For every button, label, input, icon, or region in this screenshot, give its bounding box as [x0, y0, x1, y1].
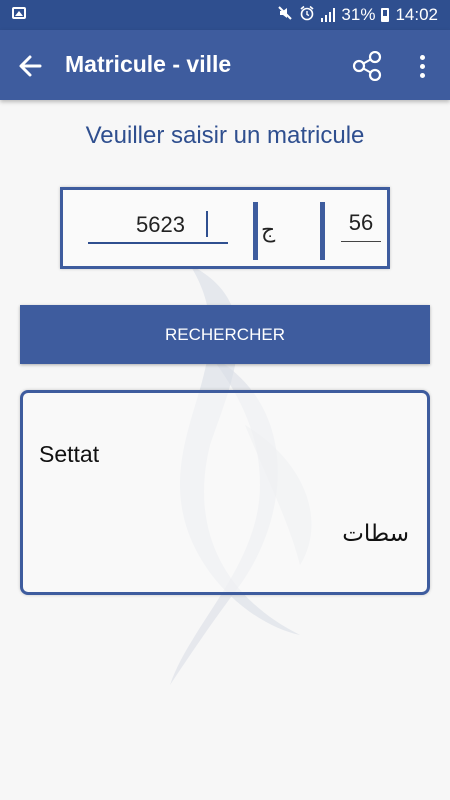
- battery-icon: [381, 8, 390, 22]
- signal-icon: [321, 8, 336, 22]
- more-vert-icon[interactable]: [412, 52, 432, 80]
- back-arrow-icon[interactable]: [16, 52, 44, 80]
- clock: 14:02: [395, 5, 438, 24]
- plate-number-value: 5623: [136, 212, 185, 237]
- mute-icon: [277, 5, 293, 25]
- form-heading: Veuiller saisir un matricule: [85, 122, 365, 149]
- share-icon[interactable]: [351, 50, 383, 82]
- plate-letter[interactable]: ج: [261, 218, 275, 243]
- plate-region-input[interactable]: 56: [341, 206, 381, 242]
- search-button[interactable]: RECHERCHER: [20, 305, 430, 364]
- plate-number-input[interactable]: 5623: [88, 204, 228, 244]
- plate-separator-right: [320, 202, 325, 260]
- app-bar: Matricule - ville: [0, 30, 450, 100]
- gallery-icon: [12, 7, 26, 19]
- city-name-fr: Settat: [39, 441, 100, 467]
- plate-separator-left: [253, 202, 258, 260]
- status-icons: 31% 14:02: [277, 5, 438, 25]
- page-title: Matricule - ville: [65, 51, 232, 77]
- text-cursor: [206, 211, 208, 237]
- city-name-ar: سطات: [342, 521, 409, 547]
- result-card: Settat سطات: [20, 390, 430, 595]
- alarm-icon: [299, 5, 315, 25]
- plate-input-group: 5623 ج 56: [60, 187, 390, 269]
- status-bar: 31% 14:02: [0, 0, 450, 30]
- battery-percent: 31%: [341, 5, 376, 24]
